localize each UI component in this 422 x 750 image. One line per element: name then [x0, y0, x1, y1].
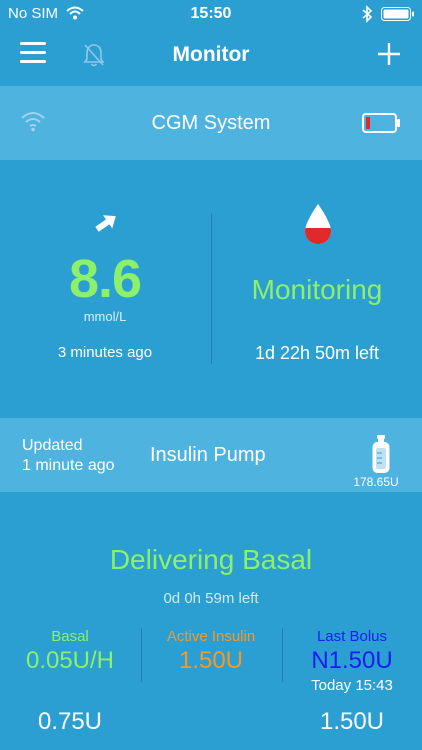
battery-icon	[362, 113, 402, 138]
plus-icon[interactable]	[376, 41, 402, 72]
delivery-status: Delivering Basal	[109, 544, 313, 575]
pump-updated-status: Updated 1 minute ago	[22, 436, 115, 476]
active-insulin-column: Active Insulin 1.50U	[141, 628, 281, 675]
clock: 15:50	[190, 5, 232, 22]
insulin-pump-label: Insulin Pump	[150, 444, 266, 466]
pump-updated-time: 1 minute ago	[22, 457, 115, 474]
blood-drop-icon	[302, 202, 334, 251]
battery-icon	[381, 7, 415, 26]
status-bar: No SIM 15:50	[0, 0, 422, 28]
last-bolus-label: Last Bolus	[316, 628, 388, 645]
active-insulin-label: Active Insulin	[166, 628, 256, 645]
pump-updated-label: Updated	[22, 437, 83, 454]
bluetooth-icon	[361, 5, 373, 28]
glucose-updated-time: 3 minutes ago	[57, 344, 153, 361]
active-insulin-value: 1.50U	[178, 647, 244, 674]
cgm-system-label: CGM System	[151, 112, 271, 134]
basal-value: 0.05U/H	[25, 647, 115, 674]
glucose-panel: 8.6 mmol/L 3 minutes ago Monitoring 1d 2…	[0, 160, 422, 418]
cgm-system-header[interactable]: CGM System	[0, 86, 422, 160]
bolus-total-value: 1.50U	[319, 708, 385, 735]
insulin-bottle-icon	[371, 434, 391, 479]
last-bolus-column: Last Bolus N1.50U Today 15:43	[282, 628, 422, 694]
delivery-panel: Delivering Basal 0d 0h 59m left Basal 0.…	[0, 492, 422, 750]
insulin-pump-header[interactable]: Updated 1 minute ago Insulin Pump 178.65…	[0, 418, 422, 492]
glucose-unit: mmol/L	[83, 309, 127, 324]
pump-reservoir: 178.65U	[353, 475, 399, 489]
glucose-value: 8.6	[68, 249, 142, 309]
page-title: Monitor	[172, 43, 250, 66]
last-bolus-time: Today 15:43	[311, 677, 393, 694]
basal-total-value: 0.75U	[37, 708, 103, 735]
navigation-bar: Monitor	[0, 28, 422, 84]
sensor-time-left: 1d 22h 50m left	[254, 343, 380, 363]
basal-column: Basal 0.05U/H	[0, 628, 140, 675]
trend-arrow-icon	[93, 212, 119, 239]
delivery-time-left: 0d 0h 59m left	[163, 590, 259, 607]
cgm-state: Monitoring	[251, 274, 383, 305]
last-bolus-value: N1.50U	[311, 647, 393, 674]
basal-label: Basal	[51, 628, 89, 645]
